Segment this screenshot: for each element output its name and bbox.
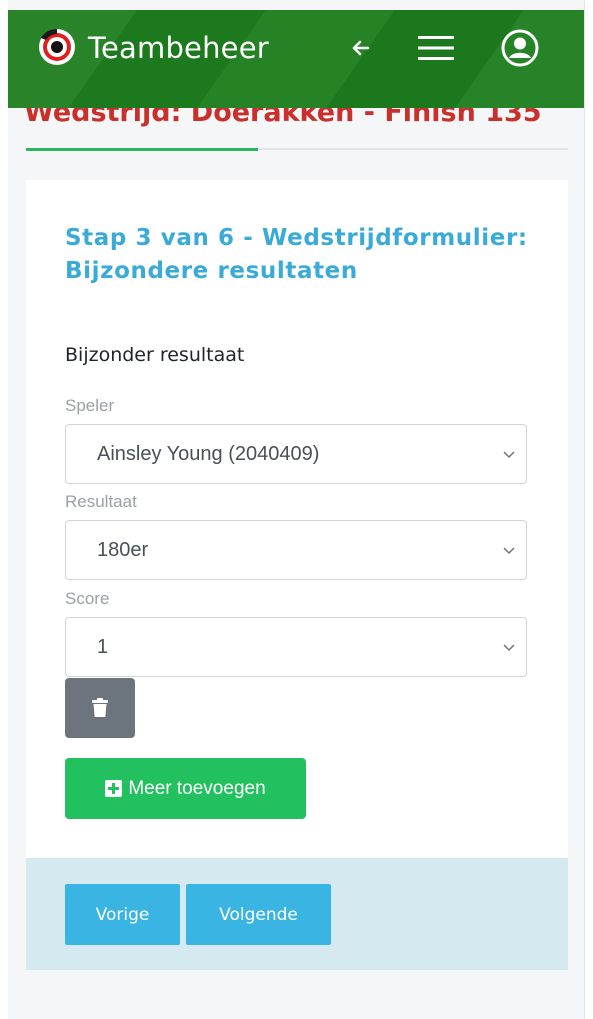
delete-result-button[interactable] xyxy=(65,678,135,738)
speler-label: Speler xyxy=(65,396,115,415)
next-button-label: Volgende xyxy=(219,904,298,925)
chevron-down-icon xyxy=(503,451,515,459)
speler-select-value: Ainsley Young (2040409) xyxy=(97,442,320,465)
next-button[interactable]: Volgende xyxy=(186,884,331,945)
resultaat-select[interactable]: 180er xyxy=(65,520,527,580)
app-header: Teambeheer xyxy=(8,10,584,108)
section-label: Bijzonder resultaat xyxy=(65,344,245,366)
add-more-button[interactable]: Meer toevoegen xyxy=(65,758,306,819)
score-select-value: 1 xyxy=(97,635,109,658)
active-tab-indicator xyxy=(26,148,258,151)
add-more-label: Meer toevoegen xyxy=(128,777,266,799)
chevron-down-icon xyxy=(503,644,515,652)
back-button[interactable] xyxy=(340,26,380,70)
scrollbar-track xyxy=(584,0,593,1019)
previous-button[interactable]: Vorige xyxy=(65,884,180,945)
target-logo-icon[interactable] xyxy=(38,28,76,66)
resultaat-select-value: 180er xyxy=(97,538,149,561)
plus-square-icon xyxy=(105,780,123,797)
hamburger-menu-icon xyxy=(418,36,454,60)
previous-button-label: Vorige xyxy=(95,904,150,925)
resultaat-label: Resultaat xyxy=(65,492,137,511)
user-circle-icon xyxy=(501,29,539,67)
step-title: Stap 3 van 6 - Wedstrijdformulier: Bijzo… xyxy=(65,225,528,284)
menu-button[interactable] xyxy=(412,26,460,70)
arrow-left-icon xyxy=(352,40,370,56)
speler-select[interactable]: Ainsley Young (2040409) xyxy=(65,424,527,484)
chevron-down-icon xyxy=(503,547,515,555)
trash-icon xyxy=(92,698,108,717)
user-account-button[interactable] xyxy=(496,26,544,70)
app-title: Teambeheer xyxy=(88,31,269,65)
score-label: Score xyxy=(65,589,110,608)
score-select[interactable]: 1 xyxy=(65,617,527,677)
